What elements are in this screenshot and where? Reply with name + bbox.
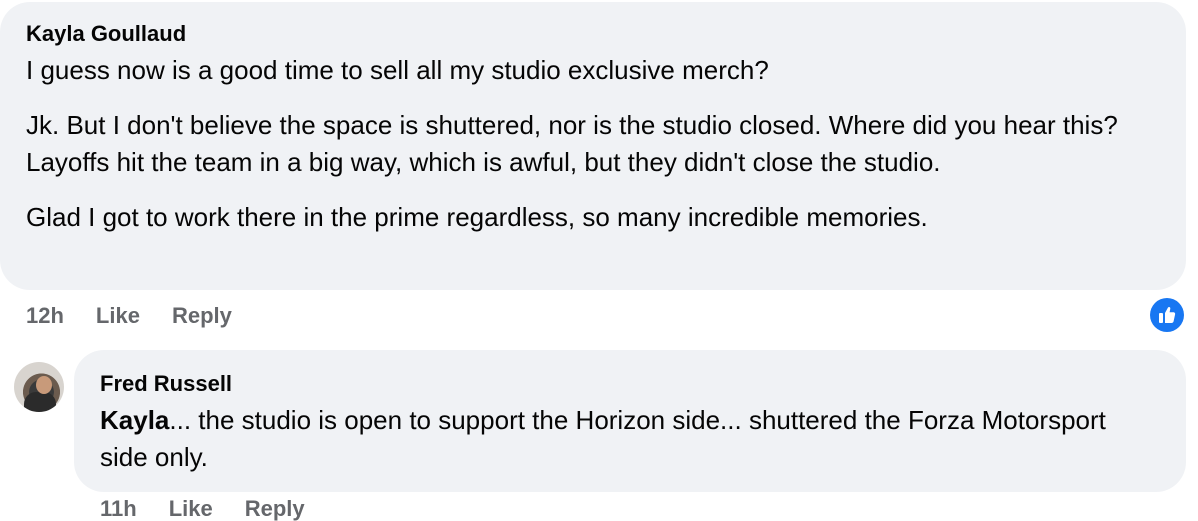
comment-paragraph: Jk. But I don't believe the space is shu… [26,110,1118,177]
comment-author[interactable]: Fred Russell [100,370,1160,398]
comment-paragraph: Glad I got to work there in the prime re… [26,202,928,232]
like-button[interactable]: Like [169,496,213,521]
reply-button[interactable]: Reply [245,496,305,521]
comment-actions: 12h Like Reply [26,303,232,329]
like-reaction-icon[interactable] [1150,298,1184,332]
like-button[interactable]: Like [96,303,140,329]
mention-link[interactable]: Kayla [100,405,169,435]
reply-text: Kayla... the studio is open to support t… [100,402,1160,476]
comment-author[interactable]: Kayla Goullaud [26,20,1160,48]
reply-body: ... the studio is open to support the Ho… [100,405,1106,472]
comment-timestamp[interactable]: 12h [26,303,64,329]
comment-actions: 11h Like Reply [100,496,305,521]
avatar[interactable] [14,362,64,412]
thumbs-up-icon [1159,307,1176,323]
comment-bubble: Kayla Goullaud I guess now is a good tim… [0,2,1186,290]
comment-timestamp[interactable]: 11h [100,496,137,521]
reply-bubble: Fred Russell Kayla... the studio is open… [74,350,1186,492]
comment-thread: Kayla Goullaud I guess now is a good tim… [0,0,1198,521]
reply-button[interactable]: Reply [172,303,232,329]
comment-paragraph: I guess now is a good time to sell all m… [26,55,769,85]
